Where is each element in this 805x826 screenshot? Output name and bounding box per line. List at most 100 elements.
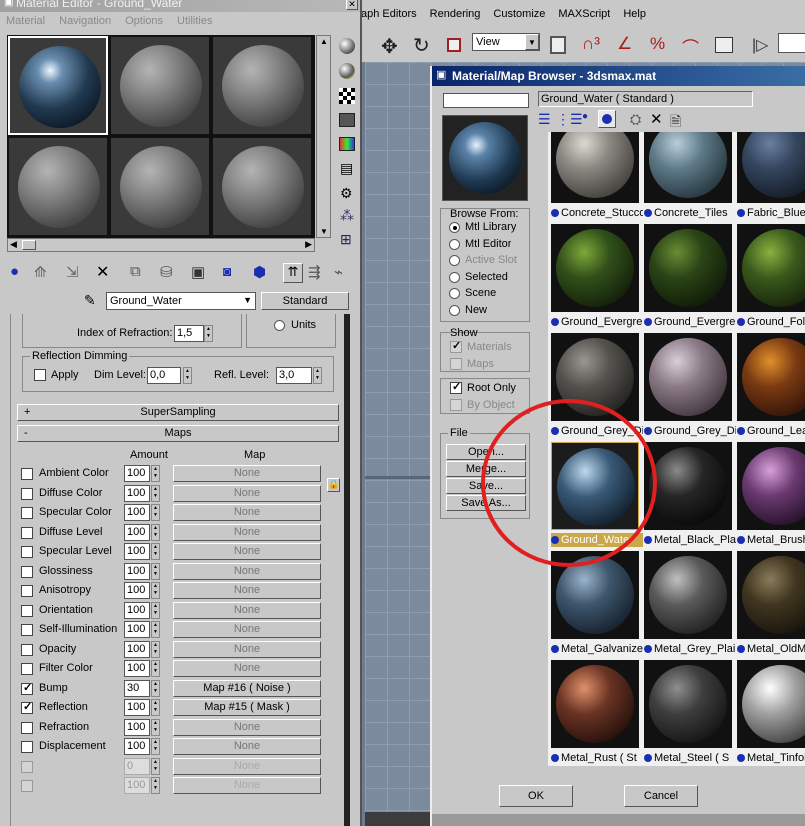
material-item[interactable]: Metal_OldMe bbox=[737, 551, 805, 658]
map-enable-checkbox[interactable] bbox=[21, 565, 33, 578]
map-amount-spinner[interactable]: ▲ ▼ bbox=[151, 640, 160, 658]
map-enable-checkbox[interactable] bbox=[21, 487, 33, 500]
map-enable-checkbox[interactable] bbox=[21, 681, 33, 695]
map-enable-checkbox[interactable] bbox=[21, 780, 33, 792]
supersampling-rollout[interactable]: + SuperSampling bbox=[17, 404, 339, 421]
map-amount-spinner[interactable]: ▲ ▼ bbox=[151, 621, 160, 638]
map-slot-button[interactable]: None bbox=[173, 738, 321, 755]
show-materials-checkbox[interactable] bbox=[450, 339, 462, 353]
delete-from-library-icon[interactable]: ✕ bbox=[650, 110, 663, 128]
put-to-library-icon[interactable]: ⛁ bbox=[160, 263, 173, 281]
map-slot-button[interactable]: None bbox=[173, 582, 321, 599]
map-amount-spinner[interactable]: ▲ ▼ bbox=[151, 562, 160, 580]
map-slot-button[interactable]: None bbox=[173, 621, 321, 638]
go-to-parent-icon[interactable]: ⇈ bbox=[283, 263, 303, 283]
get-material-icon[interactable]: ● bbox=[10, 263, 19, 280]
browse-from-radio[interactable] bbox=[449, 255, 460, 266]
map-enable-checkbox[interactable] bbox=[21, 526, 33, 539]
uv-tiling-icon[interactable] bbox=[339, 113, 355, 127]
map-enable-checkbox[interactable] bbox=[21, 585, 33, 597]
material-navigator-icon[interactable]: ⊞ bbox=[340, 231, 352, 248]
map-slot-button[interactable]: Map #15 ( Mask ) bbox=[173, 699, 321, 716]
map-enable-checkbox[interactable] bbox=[21, 546, 33, 558]
map-amount-input[interactable]: 100 bbox=[124, 640, 150, 658]
map-slot-button[interactable]: None bbox=[173, 504, 321, 521]
sample-slot[interactable] bbox=[8, 36, 108, 135]
map-enable-checkbox[interactable] bbox=[21, 663, 33, 675]
named-selection-field[interactable] bbox=[778, 33, 805, 53]
map-slot-button[interactable]: None bbox=[173, 465, 321, 482]
sample-slot[interactable] bbox=[110, 137, 210, 236]
reference-coordinate-dropdown[interactable]: View ▼ bbox=[472, 33, 540, 51]
view-list-icon[interactable]: ☰ bbox=[538, 111, 551, 128]
menu-help[interactable]: Help bbox=[623, 8, 646, 24]
map-enable-checkbox[interactable] bbox=[21, 604, 33, 617]
material-item[interactable]: Metal_Brush bbox=[737, 442, 805, 549]
material-item[interactable]: Concrete_Stucco bbox=[551, 132, 643, 222]
eyedropper-icon[interactable]: ✎ bbox=[84, 292, 96, 309]
sample-slot[interactable] bbox=[110, 36, 210, 135]
dim-level-input[interactable]: 0,0 bbox=[147, 367, 181, 384]
map-amount-input[interactable]: 100 bbox=[124, 621, 150, 638]
select-by-material-icon[interactable]: ⁂ bbox=[340, 207, 354, 224]
background-checker-icon[interactable] bbox=[339, 88, 355, 104]
make-preview-icon[interactable]: ▤ bbox=[340, 160, 353, 177]
material-item[interactable]: Ground_Evergre bbox=[551, 224, 642, 331]
map-amount-input[interactable]: 100 bbox=[124, 777, 150, 794]
map-slot-button[interactable]: None bbox=[173, 523, 321, 541]
map-amount-spinner[interactable]: ▲ ▼ bbox=[151, 679, 160, 697]
apply-checkbox[interactable] bbox=[34, 369, 46, 381]
view-list-icons-icon[interactable]: ⋮☰ bbox=[556, 111, 583, 128]
menu-navigation[interactable]: Navigation bbox=[59, 15, 111, 32]
cancel-button[interactable]: Cancel bbox=[624, 785, 698, 807]
map-slot-button[interactable]: None bbox=[173, 601, 321, 619]
ior-input[interactable]: 1,5 bbox=[174, 325, 204, 342]
map-amount-input[interactable]: 30 bbox=[124, 679, 150, 697]
map-amount-spinner[interactable]: ▲ ▼ bbox=[151, 582, 160, 599]
by-object-checkbox[interactable] bbox=[450, 399, 462, 411]
map-enable-checkbox[interactable] bbox=[21, 643, 33, 656]
menu-material[interactable]: Material bbox=[6, 15, 45, 32]
sample-slot[interactable] bbox=[8, 137, 108, 236]
selection-set-icon[interactable] bbox=[715, 37, 733, 53]
browser-search-field[interactable] bbox=[443, 93, 529, 108]
browse-from-radio[interactable] bbox=[449, 222, 460, 233]
material-item[interactable]: Metal_Rust ( St bbox=[551, 660, 642, 766]
ior-spinner[interactable]: ▲ ▼ bbox=[204, 325, 213, 342]
map-slot-button[interactable]: Map #16 ( Noise ) bbox=[173, 679, 321, 697]
map-enable-checkbox[interactable] bbox=[21, 741, 33, 753]
map-amount-input[interactable]: 100 bbox=[124, 523, 150, 541]
map-amount-spinner[interactable]: ▲ ▼ bbox=[151, 504, 160, 521]
material-item[interactable]: Ground_Lea bbox=[737, 333, 805, 440]
map-enable-checkbox[interactable] bbox=[21, 507, 33, 519]
lock-icon[interactable]: 🔒 bbox=[327, 478, 340, 492]
map-amount-spinner[interactable]: ▲ ▼ bbox=[151, 718, 160, 736]
pick-material-from-object-icon[interactable]: ⌁ bbox=[334, 263, 343, 281]
close-button[interactable]: ✕ bbox=[346, 0, 358, 10]
map-amount-input[interactable]: 100 bbox=[124, 504, 150, 521]
map-amount-input[interactable]: 100 bbox=[124, 484, 150, 502]
make-unique-icon[interactable]: ⧉ bbox=[130, 263, 141, 280]
map-slot-button[interactable]: None bbox=[173, 543, 321, 560]
mirror-icon[interactable]: |▷ bbox=[752, 35, 768, 55]
map-enable-checkbox[interactable] bbox=[21, 700, 33, 714]
map-enable-checkbox[interactable] bbox=[21, 721, 33, 734]
sample-slot[interactable] bbox=[212, 36, 312, 135]
backlight-icon[interactable] bbox=[339, 63, 355, 79]
browse-from-radio[interactable] bbox=[449, 304, 460, 316]
material-item[interactable]: Metal_Steel ( S bbox=[644, 660, 735, 766]
map-amount-input[interactable]: 0 bbox=[124, 757, 150, 775]
map-amount-spinner[interactable]: ▲ ▼ bbox=[151, 660, 160, 677]
map-amount-input[interactable]: 100 bbox=[124, 660, 150, 677]
map-amount-spinner[interactable]: ▲ ▼ bbox=[151, 484, 160, 502]
assign-to-selection-icon[interactable]: ⇲ bbox=[66, 263, 79, 281]
video-color-check-icon[interactable] bbox=[339, 137, 355, 151]
view-large-icons-icon[interactable] bbox=[598, 110, 616, 128]
ok-button[interactable]: OK bbox=[499, 785, 573, 807]
map-amount-spinner[interactable]: ▲ ▼ bbox=[151, 601, 160, 619]
map-slot-button[interactable]: None bbox=[173, 660, 321, 677]
angle-snap-icon[interactable]: ∠ bbox=[617, 34, 632, 54]
scale-icon[interactable] bbox=[447, 38, 461, 52]
move-icon[interactable]: ✥ bbox=[381, 34, 398, 59]
map-amount-input[interactable]: 100 bbox=[124, 718, 150, 736]
